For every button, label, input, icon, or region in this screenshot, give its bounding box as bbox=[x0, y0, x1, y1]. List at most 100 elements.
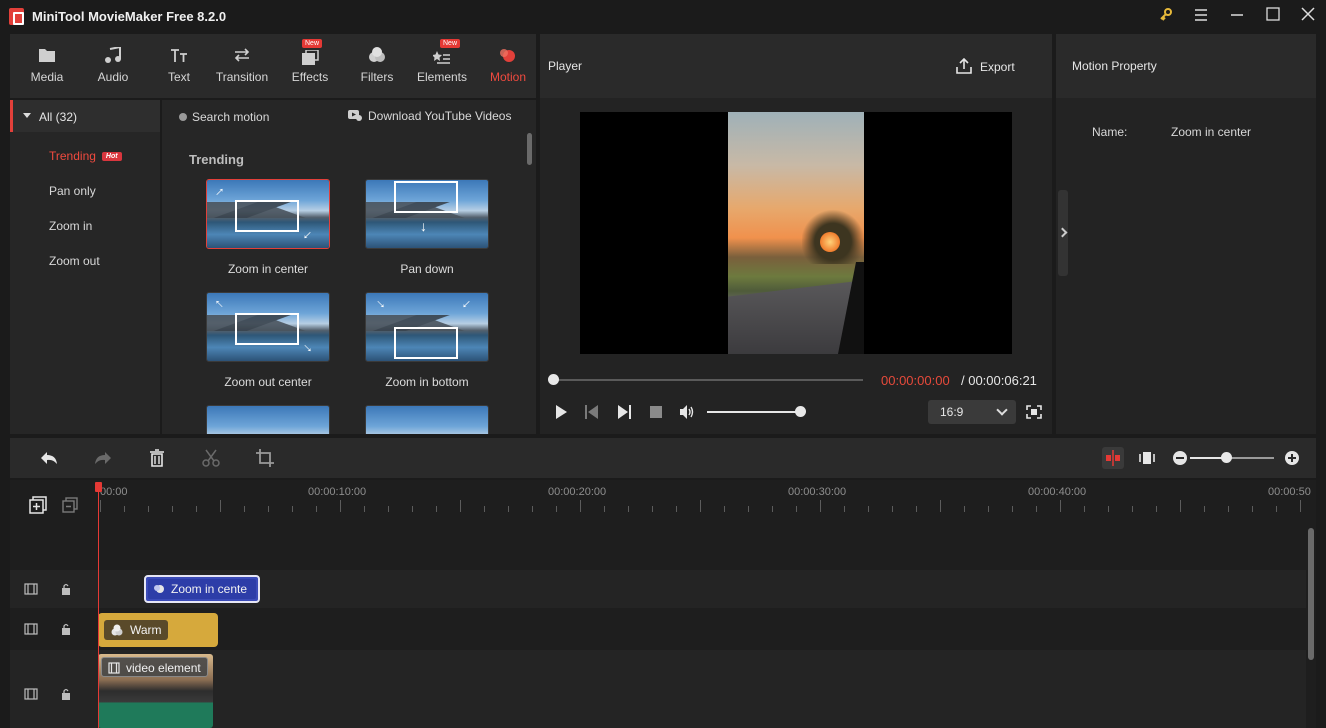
key-icon[interactable] bbox=[1155, 6, 1177, 28]
tab-text-label: Text bbox=[167, 70, 190, 84]
tab-text[interactable]: Text bbox=[147, 34, 211, 98]
category-trending[interactable]: Trending Hot bbox=[49, 149, 122, 163]
frame-outline bbox=[394, 327, 458, 359]
frame-outline bbox=[394, 181, 458, 213]
tab-media[interactable]: Media bbox=[15, 34, 79, 98]
category-zoom-in[interactable]: Zoom in bbox=[49, 219, 92, 233]
zoom-in-icon[interactable] bbox=[1282, 448, 1302, 468]
remove-track-icon[interactable] bbox=[62, 497, 78, 513]
motion-label: Zoom in bottom bbox=[385, 375, 469, 389]
motion-library: Search motion Download YouTube Videos Tr… bbox=[162, 100, 536, 434]
ruler-label: 00:00:20:00 bbox=[548, 486, 607, 498]
zoom-knob[interactable] bbox=[1221, 452, 1232, 463]
ruler-tick bbox=[940, 500, 941, 512]
ruler-tick bbox=[1084, 506, 1085, 512]
filter-clip-tag: Warm bbox=[104, 620, 168, 640]
aspect-ratio-select[interactable]: 16:9 bbox=[928, 400, 1016, 424]
aspect-ratio-value: 16:9 bbox=[940, 405, 964, 419]
playhead[interactable] bbox=[98, 482, 99, 728]
fullscreen-icon[interactable] bbox=[1026, 405, 1042, 419]
library-scrollbar[interactable] bbox=[527, 133, 532, 165]
snap-icon bbox=[1106, 450, 1120, 466]
volume-icon[interactable] bbox=[679, 405, 695, 419]
ruler-label: 00:00:10:00 bbox=[308, 486, 367, 498]
motion-thumb[interactable] bbox=[206, 405, 330, 434]
filter-clip[interactable]: Warm bbox=[98, 613, 218, 647]
download-youtube-button[interactable]: Download YouTube Videos bbox=[348, 109, 511, 123]
motion-clip-label: Zoom in cente bbox=[171, 582, 248, 596]
minimize-button[interactable] bbox=[1226, 6, 1248, 28]
lock-icon[interactable] bbox=[60, 688, 72, 700]
ruler-tick bbox=[412, 506, 413, 512]
delete-icon[interactable] bbox=[147, 448, 167, 468]
export-button[interactable]: Export bbox=[956, 57, 1015, 74]
progress-knob[interactable] bbox=[548, 374, 559, 385]
tab-transition[interactable]: Transition bbox=[210, 34, 274, 98]
time-ruler[interactable]: 00:00 00:00:10:00 00:00:20:00 00:00:30:0… bbox=[98, 480, 1316, 520]
video-clip[interactable]: video element bbox=[98, 654, 213, 728]
maximize-button[interactable] bbox=[1262, 6, 1284, 28]
stop-icon[interactable] bbox=[648, 405, 664, 419]
chevron-down-icon bbox=[996, 404, 1008, 416]
total-time: / 00:00:06:21 bbox=[961, 373, 1037, 388]
tab-filters[interactable]: Filters bbox=[345, 34, 409, 98]
transition-icon bbox=[234, 48, 250, 62]
collapse-panel-handle[interactable] bbox=[1058, 190, 1068, 276]
ruler-tick bbox=[1300, 500, 1301, 512]
motion-thumb-zoom-out-center[interactable]: ↑ ↑ bbox=[206, 292, 330, 362]
timeline-scrollbar[interactable] bbox=[1308, 528, 1314, 660]
new-badge: New bbox=[302, 39, 323, 48]
category-zoom-out[interactable]: Zoom out bbox=[49, 254, 100, 268]
export-icon bbox=[956, 57, 972, 74]
property-name-label: Name: bbox=[1092, 125, 1128, 139]
category-all[interactable]: All (32) bbox=[10, 100, 160, 132]
crop-icon[interactable] bbox=[255, 448, 275, 468]
tab-media-label: Media bbox=[30, 70, 64, 84]
ruler-tick bbox=[220, 500, 221, 512]
motion-thumb-zoom-in-bottom[interactable]: ↑ ↑ bbox=[365, 292, 489, 362]
snap-toggle-button[interactable] bbox=[1102, 447, 1124, 469]
motion-thumb-pan-down[interactable]: ↓ bbox=[365, 179, 489, 249]
film-icon bbox=[108, 662, 120, 674]
category-pan-only[interactable]: Pan only bbox=[49, 184, 96, 198]
playback-progress[interactable] bbox=[548, 374, 863, 385]
add-track-icon[interactable] bbox=[29, 496, 47, 514]
motion-clip[interactable]: Zoom in cente bbox=[144, 575, 260, 603]
effects-icon bbox=[302, 50, 319, 65]
lock-icon[interactable] bbox=[60, 583, 72, 595]
undo-icon[interactable] bbox=[39, 448, 59, 468]
menu-icon[interactable] bbox=[1190, 6, 1212, 28]
category-all-label: All (32) bbox=[39, 110, 78, 124]
tab-effects[interactable]: New Effects bbox=[278, 34, 342, 98]
current-time: 00:00:00:00 bbox=[881, 373, 950, 388]
split-scissors-icon[interactable] bbox=[201, 448, 221, 468]
ruler-tick bbox=[796, 506, 797, 512]
ruler-tick bbox=[1156, 506, 1157, 512]
ruler-tick bbox=[868, 506, 869, 512]
search-motion-input[interactable]: Search motion bbox=[178, 110, 269, 124]
motion-thumb-zoom-in-center[interactable]: ↑ ↑ bbox=[206, 179, 330, 249]
redo-icon[interactable] bbox=[93, 448, 113, 468]
play-icon[interactable] bbox=[553, 405, 569, 419]
motion-property-panel: Motion Property Name: Zoom in center bbox=[1056, 34, 1316, 434]
volume-slider[interactable] bbox=[707, 411, 801, 413]
lock-icon[interactable] bbox=[60, 623, 72, 635]
tab-elements[interactable]: New Elements bbox=[410, 34, 474, 98]
player-header: Player Export bbox=[540, 34, 1052, 98]
fit-timeline-icon[interactable] bbox=[1137, 448, 1157, 468]
volume-knob[interactable] bbox=[795, 406, 806, 417]
ruler-label: 00:00:40:00 bbox=[1028, 486, 1087, 498]
motion-thumb[interactable] bbox=[365, 405, 489, 434]
app-logo-icon bbox=[9, 8, 24, 25]
ruler-tick bbox=[100, 500, 101, 512]
video-preview bbox=[728, 112, 864, 354]
previous-frame-icon[interactable] bbox=[584, 405, 600, 419]
timeline-zoom-slider[interactable] bbox=[1190, 457, 1274, 459]
ruler-tick bbox=[772, 506, 773, 512]
close-button[interactable] bbox=[1297, 6, 1319, 28]
next-frame-icon[interactable] bbox=[616, 405, 632, 419]
tab-audio[interactable]: Audio bbox=[81, 34, 145, 98]
tab-motion[interactable]: Motion bbox=[476, 34, 540, 98]
zoom-out-icon[interactable] bbox=[1170, 448, 1190, 468]
tab-audio-label: Audio bbox=[97, 70, 129, 84]
